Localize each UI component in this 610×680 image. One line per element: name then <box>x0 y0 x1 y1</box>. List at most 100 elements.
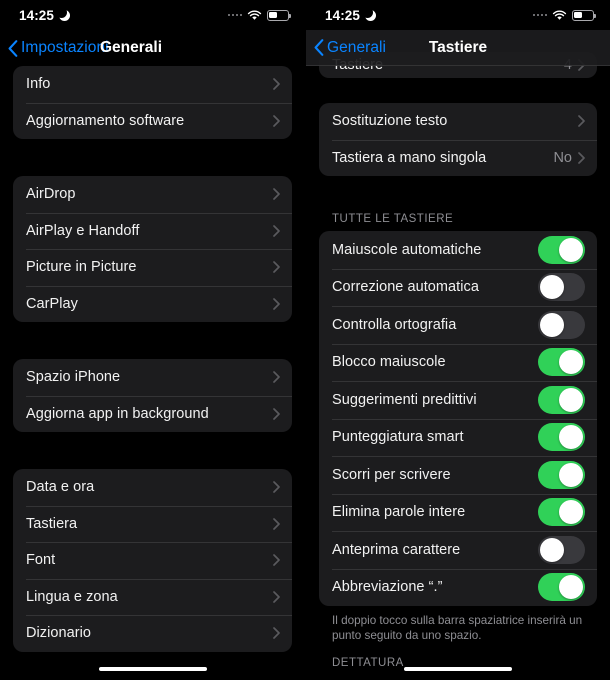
list-item[interactable]: Lingua e zona <box>13 578 292 616</box>
list-item-sostituzione-testo[interactable]: Sostituzione testo <box>319 103 597 140</box>
chevron-right-icon <box>273 481 280 494</box>
toggle-punteggiatura-smart[interactable] <box>538 423 585 452</box>
row-label: Anteprima carattere <box>332 541 461 558</box>
list-item[interactable]: AirDrop <box>13 176 292 213</box>
toggle-row-abbreviazione-punto[interactable]: Abbreviazione “.” <box>319 568 597 607</box>
row-label: Controlla ortografia <box>332 316 457 333</box>
settings-list-right: Sostituzione testo Tastiera a mano singo… <box>306 78 610 675</box>
row-value: No <box>553 149 572 166</box>
list-item[interactable]: Font <box>13 542 292 579</box>
chevron-right-icon <box>273 590 280 603</box>
back-button-label: Generali <box>327 38 386 56</box>
toggle-row-anteprima-carattere[interactable]: Anteprima carattere <box>319 531 597 569</box>
row-label: Sostituzione testo <box>332 113 448 130</box>
list-item[interactable]: Picture in Picture <box>13 249 292 286</box>
row-label: Font <box>26 552 56 569</box>
chevron-right-icon <box>273 517 280 530</box>
toggle-row-scorri-per-scrivere[interactable]: Scorri per scrivere <box>319 456 597 494</box>
signal-dots-icon <box>227 13 242 17</box>
list-item[interactable]: Dizionario <box>13 615 292 652</box>
chevron-left-icon <box>8 39 18 57</box>
toggle-row-maiuscole-automatiche[interactable]: Maiuscole automatiche <box>319 231 597 269</box>
toggle-scorri-per-scrivere[interactable] <box>538 460 585 489</box>
list-item[interactable]: Aggiornamento software <box>13 102 292 140</box>
list-item[interactable]: Info <box>13 66 292 103</box>
list-item[interactable]: Aggiorna app in background <box>13 395 292 433</box>
toggle-controlla-ortografia[interactable] <box>538 310 585 339</box>
list-item[interactable]: Data e ora <box>13 469 292 506</box>
back-button-label: Impostazioni <box>21 39 109 56</box>
home-indicator[interactable] <box>98 666 207 671</box>
nav-bar-right: Generali Tastiere <box>306 30 610 66</box>
settings-group-storage: Spazio iPhone Aggiorna app in background <box>13 359 292 432</box>
moon-icon <box>361 7 377 21</box>
list-item[interactable]: CarPlay <box>13 285 292 323</box>
toggle-row-elimina-parole-intere[interactable]: Elimina parole intere <box>319 493 597 532</box>
toggle-maiuscole-automatiche[interactable] <box>538 235 585 264</box>
row-label: CarPlay <box>26 295 78 312</box>
chevron-right-icon <box>273 371 280 384</box>
toggle-elimina-parole-intere[interactable] <box>538 498 585 527</box>
toggle-correzione-automatica[interactable] <box>538 273 585 302</box>
list-item[interactable]: AirPlay e Handoff <box>13 212 292 250</box>
list-item[interactable]: Spazio iPhone <box>13 359 292 396</box>
home-indicator[interactable] <box>404 666 512 671</box>
row-label: AirDrop <box>26 186 76 203</box>
row-label: Correzione automatica <box>332 279 479 296</box>
chevron-right-icon <box>273 224 280 237</box>
right-phone-screen: 14:25 Tastiere 4 <box>305 0 610 680</box>
left-phone-screen: 14:25 Impostazioni Generali Info Aggiorn… <box>0 0 305 680</box>
nav-bar-left: Impostazioni Generali <box>0 30 305 66</box>
row-label: Picture in Picture <box>26 259 137 276</box>
toggle-row-controlla-ortografia[interactable]: Controlla ortografia <box>319 306 597 344</box>
settings-group-localization: Data e ora Tastiera Font Lingua e zona D… <box>13 469 292 652</box>
toggle-row-blocco-maiuscole[interactable]: Blocco maiuscole <box>319 343 597 382</box>
list-item[interactable]: Tastiera <box>13 505 292 543</box>
row-label: Abbreviazione “.” <box>332 579 443 596</box>
settings-group-text: Sostituzione testo Tastiera a mano singo… <box>319 103 597 176</box>
settings-group-all-keyboards: Maiuscole automatiche Correzione automat… <box>319 231 597 606</box>
list-item-tastiera-mano-singola[interactable]: Tastiera a mano singola No <box>319 139 597 177</box>
chevron-right-icon <box>273 188 280 201</box>
status-time: 14:25 <box>19 7 55 23</box>
toggle-row-suggerimenti-predittivi[interactable]: Suggerimenti predittivi <box>319 381 597 419</box>
row-label: Tastiera <box>26 515 78 532</box>
toggle-suggerimenti-predittivi[interactable] <box>538 385 585 414</box>
toggle-row-punteggiatura-smart[interactable]: Punteggiatura smart <box>319 418 597 457</box>
dual-screenshot-container: 14:25 Impostazioni Generali Info Aggiorn… <box>0 0 610 680</box>
row-label: Info <box>26 76 51 93</box>
back-button-generali[interactable]: Generali <box>306 39 386 57</box>
wifi-icon <box>247 10 262 20</box>
chevron-right-icon <box>273 627 280 640</box>
toggle-anteprima-carattere[interactable] <box>538 535 585 564</box>
row-label: Dizionario <box>26 625 91 642</box>
row-label: Blocco maiuscole <box>332 354 446 371</box>
row-label: Spazio iPhone <box>26 369 121 386</box>
chevron-right-icon <box>578 115 585 128</box>
battery-icon <box>572 9 596 21</box>
row-label: Aggiornamento software <box>26 112 185 129</box>
row-label: Scorri per scrivere <box>332 466 451 483</box>
row-label: Elimina parole intere <box>332 504 466 521</box>
status-bar-right: 14:25 <box>306 0 610 30</box>
back-button-impostazioni[interactable]: Impostazioni <box>0 39 109 57</box>
chevron-right-icon <box>273 407 280 420</box>
page-title-left: Generali <box>100 39 163 56</box>
row-label: Suggerimenti predittivi <box>332 391 477 408</box>
toggle-blocco-maiuscole[interactable] <box>538 348 585 377</box>
status-bar-right-group <box>532 9 596 21</box>
settings-group-info: Info Aggiornamento software <box>13 66 292 139</box>
row-label: Tastiera a mano singola <box>332 149 487 166</box>
battery-icon <box>267 9 291 21</box>
chevron-right-icon <box>273 297 280 310</box>
status-bar-left-group: 14:25 <box>19 7 71 23</box>
toggle-abbreviazione-punto[interactable] <box>538 573 585 602</box>
toggle-row-correzione-automatica[interactable]: Correzione automatica <box>319 268 597 307</box>
row-label: Lingua e zona <box>26 588 118 605</box>
row-label: Maiuscole automatiche <box>332 241 482 258</box>
